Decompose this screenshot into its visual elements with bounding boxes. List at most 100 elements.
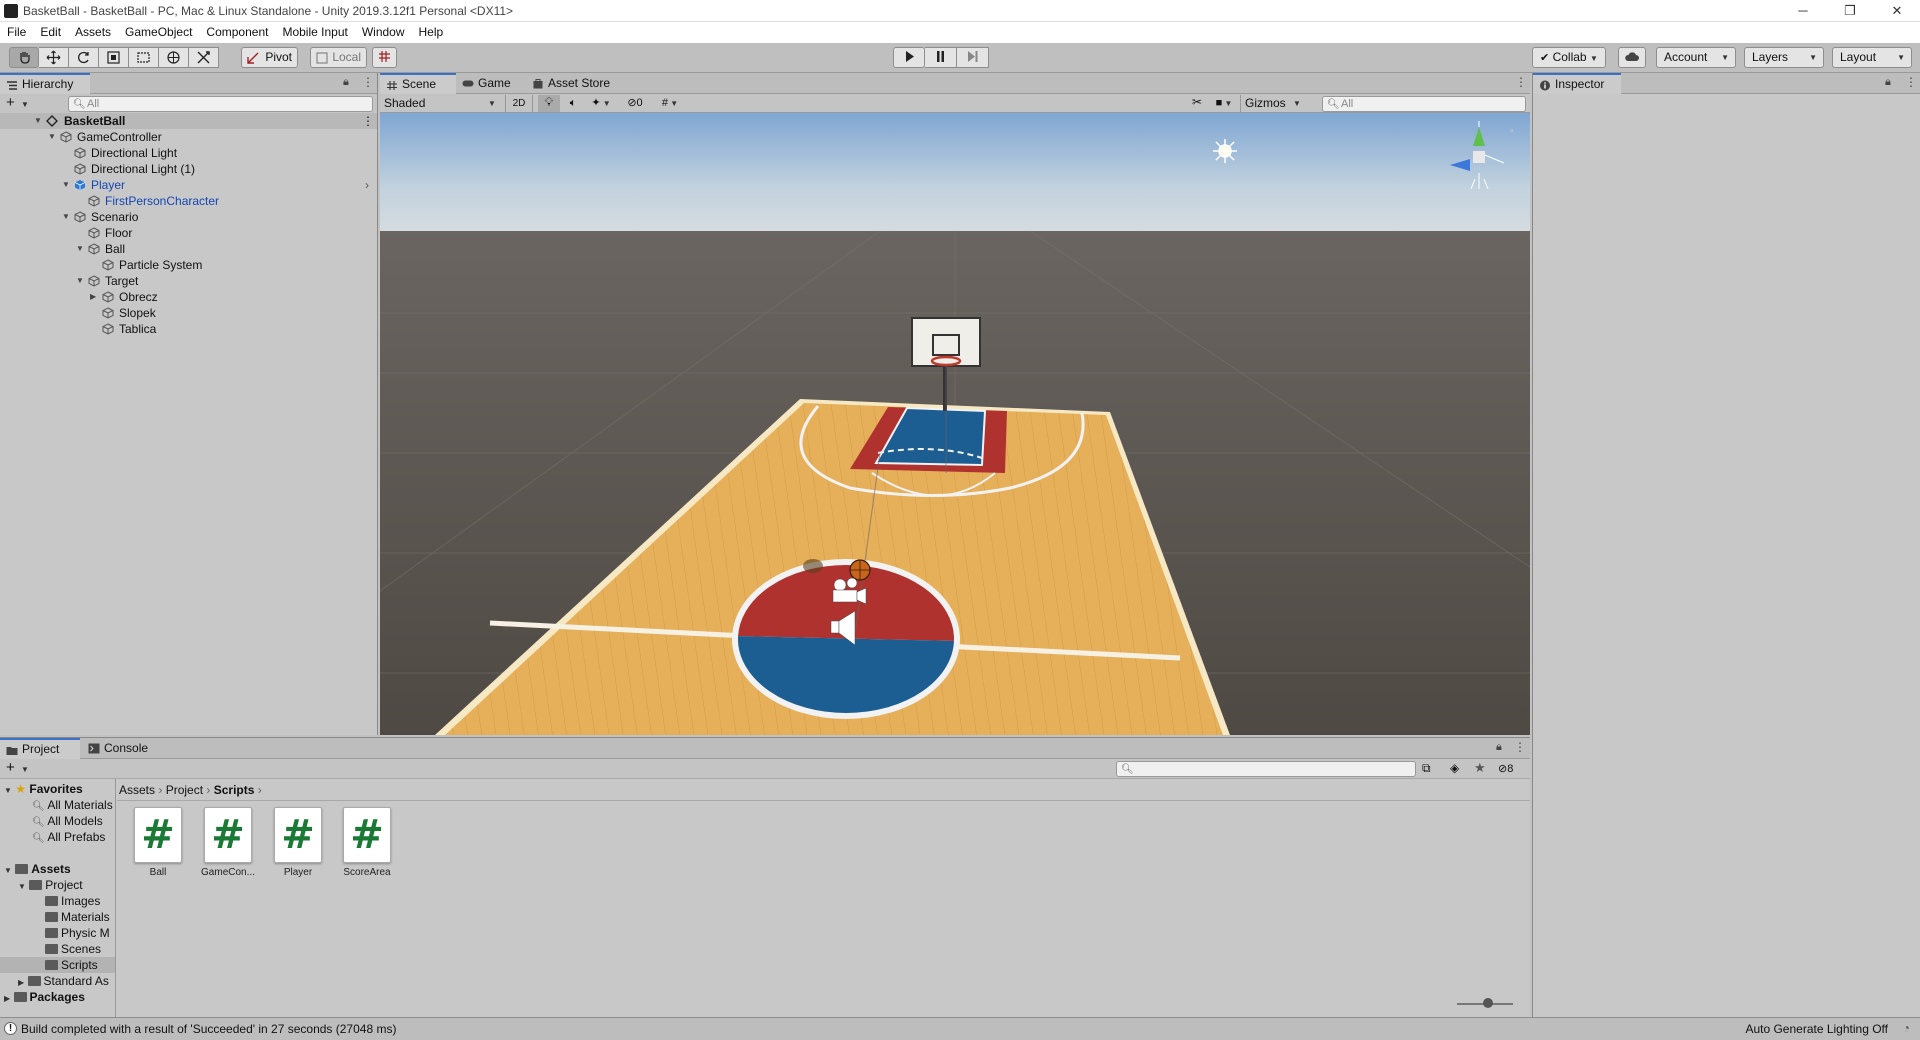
hierarchy-item[interactable]: ▼ Player › [0, 177, 377, 193]
collab-dropdown[interactable]: ✔ Collab ▼ [1532, 47, 1606, 68]
lock-icon[interactable]: 🔒︎ [1496, 741, 1502, 754]
scale-tool-button[interactable] [99, 47, 129, 68]
expand-arrow-icon[interactable]: ▼ [34, 113, 44, 129]
menu-file[interactable]: File [0, 22, 33, 42]
assets-header[interactable]: ▼ Assets [4, 861, 71, 877]
filter-by-type-icon[interactable]: ⧉ [1422, 761, 1431, 776]
folder-item[interactable]: Images [45, 893, 100, 909]
auto-lighting-status[interactable]: Auto Generate Lighting Off [1745, 1022, 1888, 1036]
menu-assets[interactable]: Assets [68, 22, 118, 42]
folder-item[interactable]: ▶ Standard As [18, 973, 109, 989]
panel-menu-icon[interactable]: ⋮ [1905, 75, 1917, 89]
maximize-button[interactable]: ❐ [1827, 0, 1873, 22]
expand-arrow-icon[interactable]: ▼ [76, 273, 86, 289]
scene-viewport[interactable]: ▫ [380, 113, 1530, 735]
effects-dropdown[interactable]: ✦ ▼ [586, 95, 616, 112]
lighting-progress-icon[interactable]: ◔ [1903, 1021, 1910, 1035]
account-dropdown[interactable]: Account ▼ [1656, 47, 1736, 68]
menu-component[interactable]: Component [199, 22, 275, 42]
scene-menu-icon[interactable]: ⋮ [362, 113, 374, 129]
shading-dropdown[interactable]: Shaded ▼ [382, 95, 500, 112]
tab-scene[interactable]: Scene [380, 73, 456, 94]
hidden-objects-toggle[interactable]: ⊘0 [620, 95, 650, 112]
folder-item[interactable]: Scenes [45, 941, 101, 957]
folder-item-selected[interactable]: Scripts [0, 957, 115, 973]
menu-mobile-input[interactable]: Mobile Input [275, 22, 354, 42]
status-message[interactable]: Build completed with a result of 'Succee… [21, 1022, 396, 1036]
chevron-down-icon[interactable]: ▼ [21, 765, 29, 774]
grid-settings-dropdown[interactable]: # ▼ [654, 95, 686, 112]
menu-gameobject[interactable]: GameObject [118, 22, 199, 42]
tab-game[interactable]: Game [456, 73, 526, 94]
hierarchy-item[interactable]: ▶ Obrecz [0, 289, 377, 305]
hierarchy-search-input[interactable]: 🔍︎ All [68, 96, 373, 112]
script-asset[interactable]: # Ball [126, 807, 190, 878]
pause-button[interactable] [925, 47, 957, 68]
local-toggle[interactable]: Local [310, 47, 367, 68]
script-asset[interactable]: # GameCon... [196, 807, 260, 878]
expand-arrow-icon[interactable]: ▼ [62, 177, 72, 193]
chevron-down-icon[interactable]: ▼ [21, 100, 29, 109]
script-asset[interactable]: # Player [266, 807, 330, 878]
chevron-right-icon[interactable]: › [365, 177, 369, 193]
layers-dropdown[interactable]: Layers ▼ [1744, 47, 1824, 68]
step-button[interactable] [957, 47, 989, 68]
script-asset[interactable]: # ScoreArea [335, 807, 399, 878]
tab-project[interactable]: Project [0, 738, 80, 759]
panel-menu-icon[interactable]: ⋮ [1515, 75, 1527, 89]
cloud-button[interactable] [1618, 47, 1646, 68]
hierarchy-item[interactable]: ▼ Scenario [0, 209, 377, 225]
transform-tool-button[interactable] [159, 47, 189, 68]
menu-window[interactable]: Window [355, 22, 412, 42]
folder-item[interactable]: ▼ Project [18, 877, 83, 893]
close-button[interactable]: ✕ [1874, 0, 1920, 22]
hierarchy-item[interactable]: ▼ GameController [0, 129, 377, 145]
tab-console[interactable]: Console [82, 738, 162, 759]
hierarchy-item[interactable]: Directional Light (1) [0, 161, 377, 177]
lock-icon[interactable]: 🔒︎ [1885, 76, 1891, 89]
menu-edit[interactable]: Edit [33, 22, 68, 42]
expand-arrow-icon[interactable]: ▼ [62, 209, 72, 225]
panel-menu-icon[interactable]: ⋮ [1514, 740, 1526, 754]
packages-header[interactable]: ▶ Packages [4, 989, 85, 1005]
layout-dropdown[interactable]: Layout ▼ [1832, 47, 1912, 68]
hierarchy-item[interactable]: ▼ Target [0, 273, 377, 289]
scene-tools-button[interactable]: ✂ [1186, 95, 1208, 112]
rotate-tool-button[interactable] [69, 47, 99, 68]
rect-tool-button[interactable] [129, 47, 159, 68]
custom-tool-button[interactable] [189, 47, 219, 68]
panel-menu-icon[interactable]: ⋮ [362, 75, 374, 89]
scene-render[interactable]: ▫ [380, 113, 1530, 735]
hierarchy-item[interactable]: Floor [0, 225, 377, 241]
favorite-star-icon[interactable]: ★ [1474, 760, 1486, 776]
grid-snap-button[interactable] [372, 47, 397, 68]
tab-inspector[interactable]: Inspector [1533, 73, 1621, 94]
minimize-button[interactable]: ─ [1780, 0, 1826, 22]
gizmos-dropdown[interactable]: Gizmos ▼ [1240, 95, 1304, 112]
add-icon[interactable]: + [6, 94, 15, 111]
hierarchy-item[interactable]: Slopek [0, 305, 377, 321]
favorite-item[interactable]: 🔍︎ All Materials [32, 797, 113, 813]
breadcrumb-item-current[interactable]: Scripts [214, 783, 255, 797]
add-icon[interactable]: + [6, 759, 15, 776]
collapse-arrow-icon[interactable]: ▶ [90, 289, 100, 305]
hidden-packages-toggle[interactable]: ⊘8 [1498, 762, 1513, 775]
hierarchy-item[interactable]: Directional Light [0, 145, 377, 161]
breadcrumb-item[interactable]: Project [166, 783, 203, 797]
breadcrumb-item[interactable]: Assets [119, 783, 155, 797]
folder-item[interactable]: Physic M [45, 925, 110, 941]
tab-hierarchy[interactable]: Hierarchy [0, 73, 90, 94]
icon-size-slider-thumb[interactable] [1483, 998, 1493, 1008]
tab-asset-store[interactable]: Asset Store [526, 73, 624, 94]
project-search-input[interactable]: 🔍︎ [1116, 761, 1416, 777]
expand-arrow-icon[interactable]: ▼ [76, 241, 86, 257]
audio-toggle[interactable]: 🔈︎ [562, 95, 584, 112]
camera-dropdown[interactable]: ■ ▼ [1210, 95, 1238, 112]
favorite-item[interactable]: 🔍︎ All Prefabs [32, 829, 105, 845]
scene-search-input[interactable]: 🔍︎ All [1322, 96, 1526, 112]
move-tool-button[interactable] [39, 47, 69, 68]
filter-by-label-icon[interactable]: ◈ [1450, 761, 1459, 775]
menu-help[interactable]: Help [412, 22, 451, 42]
2d-toggle[interactable]: 2D [505, 95, 533, 112]
favorites-header[interactable]: ▼ ★ Favorites [4, 781, 83, 797]
